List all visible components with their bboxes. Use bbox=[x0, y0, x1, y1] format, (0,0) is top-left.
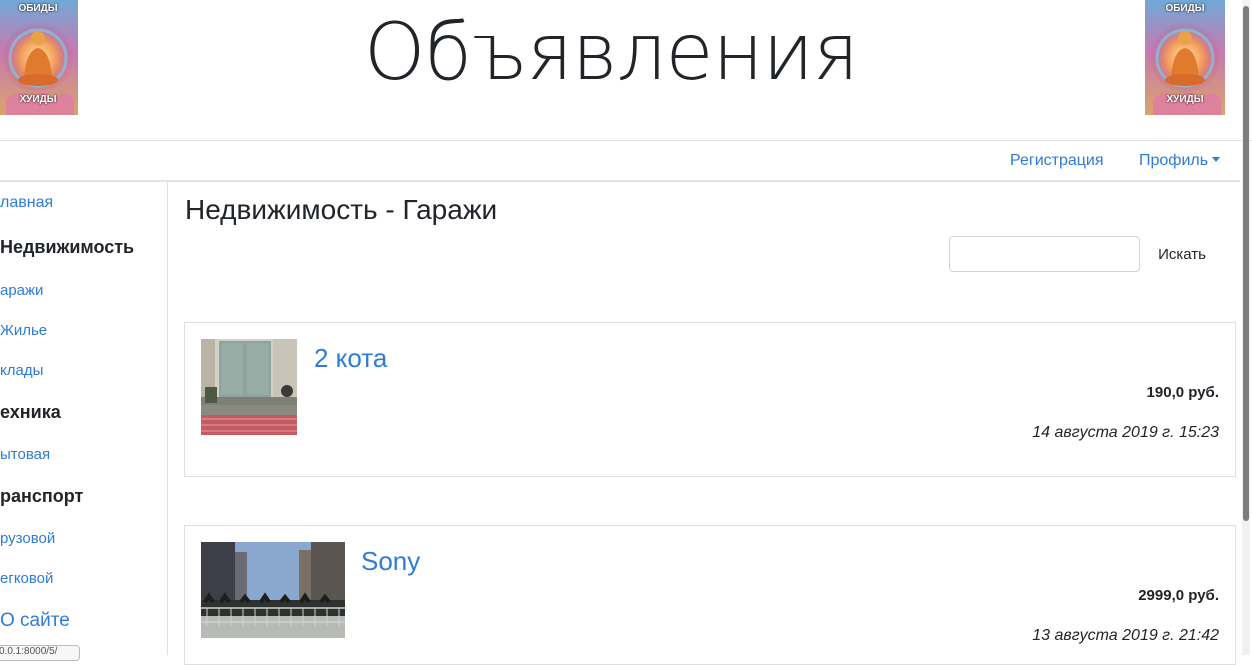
site-title: Объявления bbox=[363, 8, 859, 98]
page-title: Недвижимость - Гаражи bbox=[185, 194, 498, 225]
ad-title-link[interactable]: 2 кота bbox=[314, 343, 387, 374]
ad-thumbnail[interactable] bbox=[201, 339, 297, 435]
profile-label: Профиль bbox=[1139, 152, 1209, 169]
ad-card: Sony 2999,0 руб. 13 августа 2019 г. 21:4… bbox=[184, 525, 1236, 665]
ad-title-link[interactable]: Sony bbox=[361, 546, 420, 577]
logo-caption-bottom: ХУИДЫ bbox=[1166, 94, 1204, 105]
sidebar-item-home[interactable]: лавная bbox=[0, 194, 53, 212]
sidebar-heading-tech: ехника bbox=[0, 402, 61, 422]
sidebar-item-cars[interactable]: егковой bbox=[0, 570, 53, 587]
sidebar: лавная Недвижимость аражи Жилье клады ех… bbox=[0, 182, 168, 655]
sidebar-heading-real-estate: Недвижимость bbox=[0, 237, 135, 257]
sidebar-item-household[interactable]: ытовая bbox=[0, 446, 50, 463]
sidebar-item-about[interactable]: О сайте bbox=[0, 610, 70, 632]
ad-price: 2999,0 руб. bbox=[1138, 587, 1219, 604]
sidebar-item-warehouses[interactable]: клады bbox=[0, 362, 43, 379]
sidebar-heading-transport: ранспорт bbox=[0, 486, 84, 506]
ad-date: 13 августа 2019 г. 21:42 bbox=[1032, 627, 1219, 644]
logo-caption-top: ОБИДЫ bbox=[1165, 3, 1205, 14]
ad-date: 14 августа 2019 г. 15:23 bbox=[1032, 424, 1219, 441]
ad-price: 190,0 руб. bbox=[1146, 384, 1219, 401]
sidebar-item-garages[interactable]: аражи bbox=[0, 282, 43, 299]
register-link[interactable]: Регистрация bbox=[1010, 152, 1104, 170]
ad-thumbnail[interactable] bbox=[201, 542, 345, 638]
page-scrollbar-thumb[interactable] bbox=[1243, 6, 1249, 521]
search-button[interactable]: Искать bbox=[1147, 236, 1217, 273]
site-header: ОБИДЫ ХУИДЫ Объявления ОБИДЫ ХУИДЫ bbox=[0, 0, 1252, 141]
search-input[interactable] bbox=[949, 236, 1140, 272]
caret-down-icon bbox=[1212, 157, 1221, 162]
sidebar-item-trucks[interactable]: рузовой bbox=[0, 530, 55, 547]
profile-dropdown[interactable]: Профиль bbox=[1139, 152, 1221, 170]
sidebar-item-housing[interactable]: Жилье bbox=[0, 322, 47, 339]
status-url-tooltip: 0.0.1:8000/5/ bbox=[0, 645, 80, 661]
site-logo-right[interactable]: ОБИДЫ ХУИДЫ bbox=[1145, 0, 1225, 115]
top-navbar: Регистрация Профиль bbox=[0, 141, 1240, 182]
ad-card: 2 кота 190,0 руб. 14 августа 2019 г. 15:… bbox=[184, 322, 1236, 477]
